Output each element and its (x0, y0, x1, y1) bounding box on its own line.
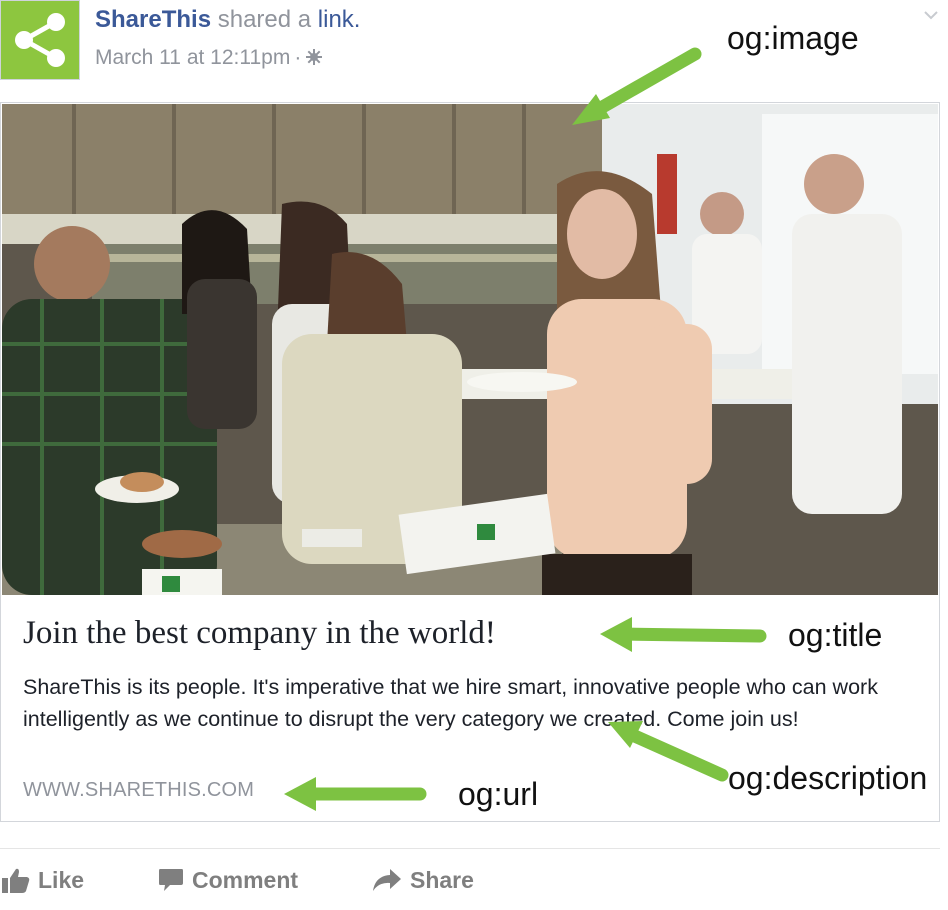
chevron-down-icon[interactable] (924, 8, 938, 22)
post-verb: shared a (217, 6, 312, 33)
action-divider (0, 848, 940, 849)
card-description: ShareThis is its people. It's imperative… (23, 675, 878, 731)
annotation-og-url: og:url (458, 776, 539, 812)
og-image-photo[interactable] (2, 104, 938, 595)
comment-icon (159, 869, 183, 891)
like-button[interactable]: Like (2, 864, 84, 896)
card-title[interactable]: Join the best company in the world! (23, 615, 496, 652)
post-meta: March 11 at 12:11pm · (95, 46, 323, 70)
annotation-og-title: og:title (788, 617, 883, 653)
shared-link[interactable]: link. (318, 6, 361, 33)
comment-label: Comment (192, 866, 299, 893)
share-label: Share (410, 866, 474, 893)
share-arrow-icon (373, 869, 401, 891)
comment-button[interactable]: Comment (158, 864, 298, 896)
author-name[interactable]: ShareThis (95, 6, 211, 33)
meta-separator: · (294, 46, 302, 69)
share-logo-icon (15, 13, 65, 67)
annotation-og-image: og:image (727, 20, 859, 56)
globe-icon[interactable] (305, 48, 323, 66)
share-button[interactable]: Share (372, 864, 474, 896)
post-timestamp[interactable]: March 11 at 12:11pm (95, 46, 290, 69)
post-header: ShareThis shared a link. (95, 6, 360, 34)
like-icon (2, 868, 30, 893)
annotation-og-description: og:description (728, 760, 928, 796)
office-party-photo (2, 104, 938, 595)
card-url[interactable]: WWW.SHARETHIS.COM (23, 779, 254, 802)
like-label: Like (38, 866, 85, 893)
link-preview-card[interactable]: Join the best company in the world! Shar… (0, 102, 940, 822)
sharethis-avatar[interactable] (0, 0, 80, 80)
